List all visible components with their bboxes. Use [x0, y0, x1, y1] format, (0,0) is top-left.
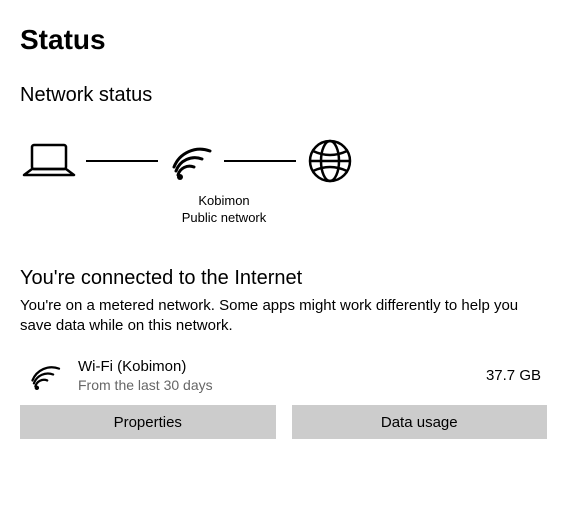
connection-name: Wi-Fi (Kobimon) [78, 358, 486, 375]
network-diagram [22, 137, 547, 185]
diagram-labels: Kobimon Public network [164, 193, 284, 227]
network-name-label: Kobimon [164, 193, 284, 210]
wifi-icon [28, 361, 68, 391]
network-type-label: Public network [164, 210, 284, 227]
laptop-icon [22, 141, 76, 181]
connection-usage: 37.7 GB [486, 367, 541, 384]
connector-line [224, 160, 296, 162]
connection-subtext: From the last 30 days [78, 377, 486, 393]
properties-button[interactable]: Properties [20, 405, 276, 439]
section-title: Network status [20, 84, 547, 107]
data-usage-button[interactable]: Data usage [292, 405, 548, 439]
connection-row: Wi-Fi (Kobimon) From the last 30 days 37… [28, 358, 547, 393]
connector-line [86, 160, 158, 162]
page-title: Status [20, 24, 547, 56]
connected-description: You're on a metered network. Some apps m… [20, 296, 547, 337]
wifi-icon [168, 141, 214, 181]
globe-icon [306, 137, 354, 185]
connected-headline: You're connected to the Internet [20, 267, 547, 290]
